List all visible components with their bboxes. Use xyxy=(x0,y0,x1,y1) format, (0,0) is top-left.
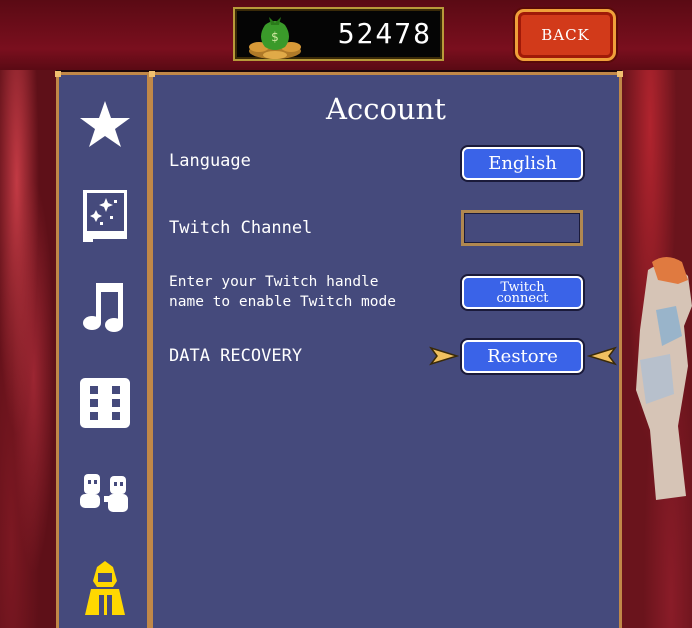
settings-tab-sidebar xyxy=(55,71,150,628)
selection-arrow-left-icon xyxy=(587,346,617,366)
restore-button[interactable]: Restore xyxy=(462,340,583,373)
twitch-connect-line2: connect xyxy=(496,290,549,306)
background-scene-left xyxy=(0,70,56,628)
svg-text:$: $ xyxy=(271,30,279,44)
corner-ornament xyxy=(55,71,61,77)
tab-account[interactable] xyxy=(72,555,138,621)
corner-ornament xyxy=(149,71,155,77)
coin-counter: $ 52478 xyxy=(233,7,444,61)
twitch-channel-input[interactable] xyxy=(461,210,583,246)
spellbook-icon xyxy=(83,190,127,242)
tab-music[interactable] xyxy=(72,273,138,339)
dice-icon xyxy=(80,378,130,428)
account-panel: Account Language English Twitch Channel … xyxy=(149,71,623,628)
selection-arrow-right-icon xyxy=(429,346,459,366)
tab-characters[interactable] xyxy=(72,461,138,527)
data-recovery-label: DATA RECOVERY xyxy=(169,346,303,366)
coin-count: 52478 xyxy=(337,17,432,50)
twitch-connect-button[interactable]: Twitch connect xyxy=(462,276,583,309)
tab-dice[interactable] xyxy=(72,370,138,436)
panel-title: Account xyxy=(326,92,446,126)
language-label: Language xyxy=(169,151,251,171)
tab-star[interactable] xyxy=(72,92,138,158)
money-bag-coins-icon: $ xyxy=(249,17,301,59)
language-button[interactable]: English xyxy=(462,147,583,180)
character-figure xyxy=(636,257,692,500)
music-note-icon xyxy=(83,283,123,332)
star-icon xyxy=(80,101,130,147)
hooded-figure-icon xyxy=(85,561,125,615)
corner-ornament xyxy=(617,71,623,77)
twitch-channel-label: Twitch Channel xyxy=(169,218,313,238)
characters-icon xyxy=(80,474,128,512)
twitch-info-text: Enter your Twitch handle name to enable … xyxy=(169,274,396,310)
back-button[interactable]: BACK xyxy=(515,9,616,61)
tab-spellbook[interactable] xyxy=(72,183,138,249)
